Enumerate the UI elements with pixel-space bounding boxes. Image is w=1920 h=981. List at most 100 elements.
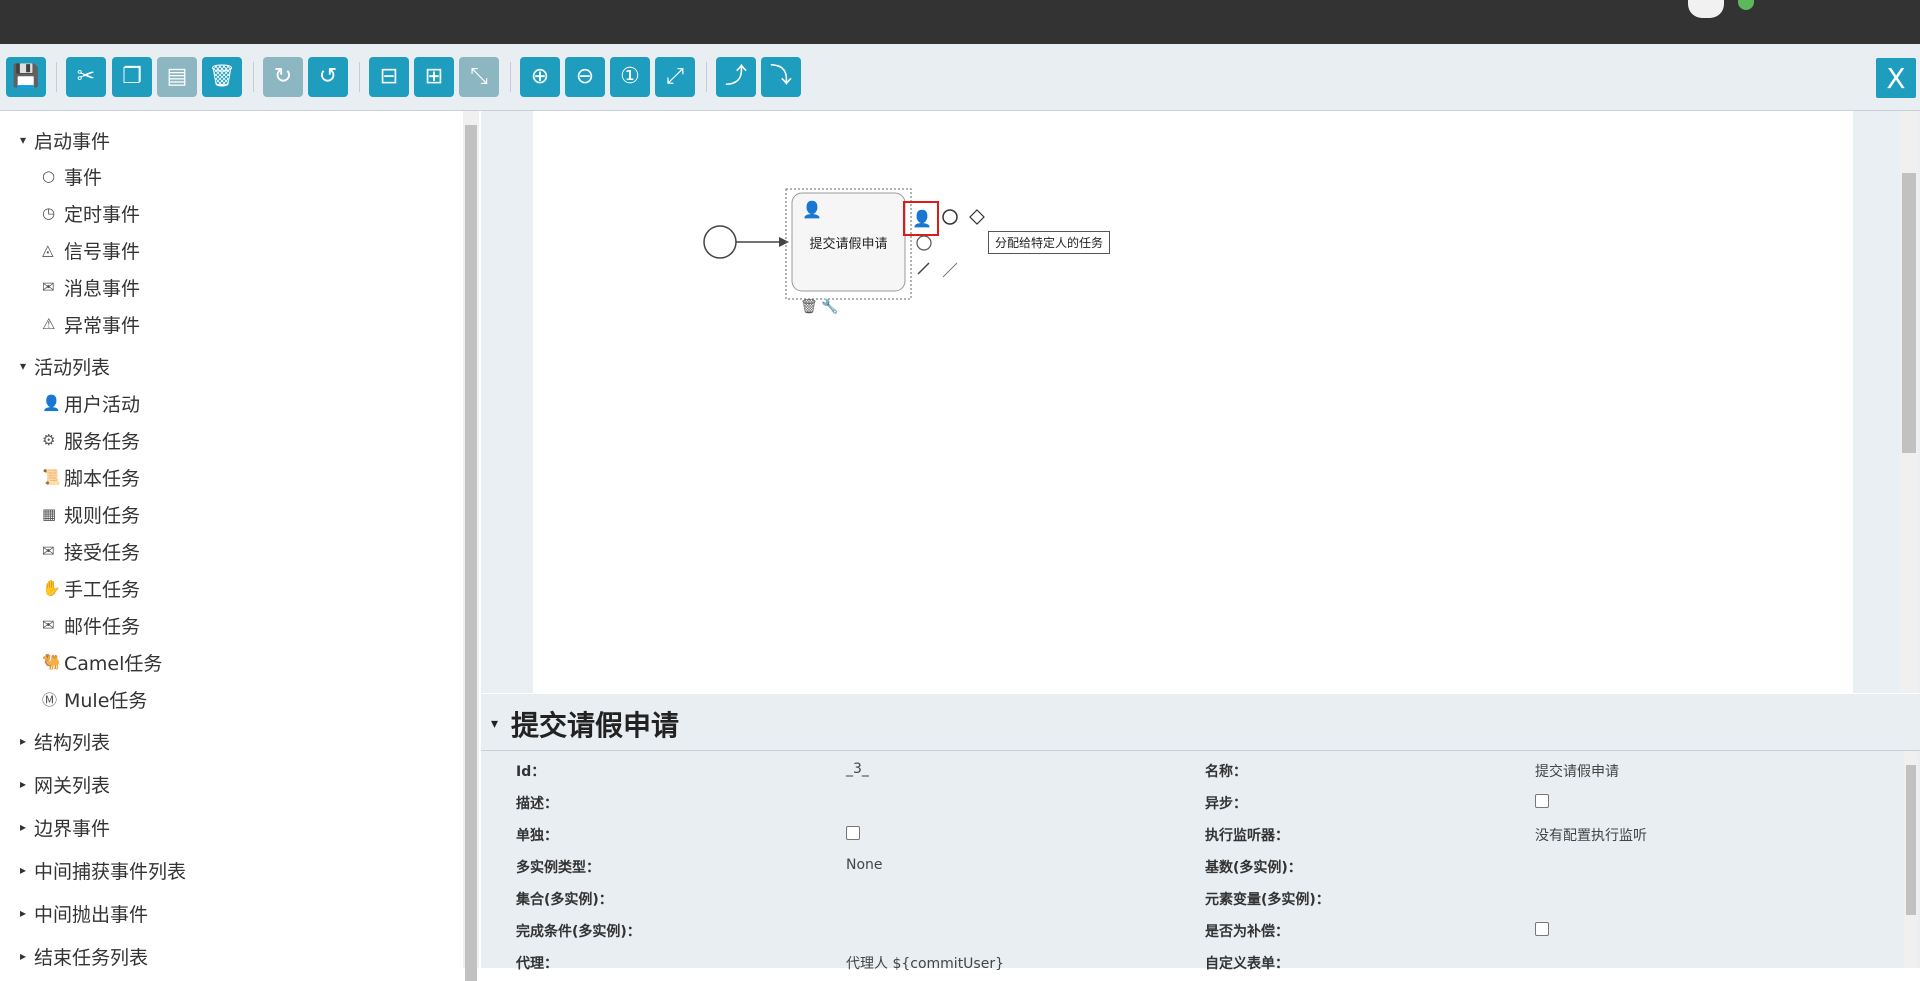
- append-end-event-icon[interactable]: [942, 209, 958, 225]
- connect-arrow-icon[interactable]: [917, 262, 930, 275]
- diagram-svg: 👤 👤 🗑 🔧: [703, 188, 985, 315]
- message-icon: ✉: [42, 278, 55, 296]
- prop-value-multi-instance-type[interactable]: None: [846, 857, 883, 873]
- exclusive-checkbox[interactable]: [846, 826, 860, 840]
- properties-header[interactable]: ▾ 提交请假申请: [481, 694, 1920, 751]
- timer-icon: ◷: [42, 204, 56, 222]
- palette-item-signal-event[interactable]: ◬ 信号事件: [42, 237, 140, 263]
- async-checkbox[interactable]: [1535, 794, 1549, 808]
- zoom-out-button[interactable]: ⊖: [565, 57, 605, 97]
- palette-group-gateways[interactable]: ▸ 网关列表: [20, 771, 110, 797]
- association-line-icon[interactable]: [942, 262, 958, 278]
- save-icon: 💾: [12, 64, 40, 89]
- palette-group-end-events[interactable]: ▸ 结束任务列表: [20, 943, 148, 969]
- canvas-scrollbar[interactable]: [1900, 111, 1918, 693]
- paste-button[interactable]: ▤: [157, 57, 197, 97]
- toolbar-divider: [359, 62, 360, 92]
- palette-group-structures[interactable]: ▸ 结构列表: [20, 728, 110, 754]
- toolbar-divider: [56, 62, 57, 92]
- start-event[interactable]: [703, 225, 737, 259]
- palette-item-rule-task[interactable]: ▦ 规则任务: [42, 501, 140, 527]
- editor-toolbar: 💾 ✂ ❐ ▤ 🗑 ↻ ↺ ⊟ ⊞ ⤡ ⊕ ⊖ ① ⤢ ⤴ ⤵ X: [0, 44, 1920, 111]
- same-size-button[interactable]: ⤡: [459, 57, 499, 97]
- palette-item-receive-task[interactable]: ✉ 接受任务: [42, 538, 140, 564]
- delete-button[interactable]: 🗑: [202, 57, 242, 97]
- same-size-icon: ⤡: [470, 64, 488, 89]
- shape-palette: ▾ 启动事件 ○ 事件 ◷ 定时事件 ◬ 信号事件 ✉ 消息事件 ⚠ 异常事件 ▾ 活动列表 …: [0, 111, 462, 968]
- prop-label: 是否为补偿：: [1205, 924, 1289, 940]
- properties-scrollbar-thumb[interactable]: [1906, 765, 1916, 915]
- user-avatar[interactable]: [1688, 0, 1724, 18]
- properties-scrollbar[interactable]: [1904, 751, 1918, 968]
- close-button[interactable]: X: [1876, 58, 1916, 98]
- prop-label: 代理：: [516, 956, 558, 972]
- zoom-fit-button[interactable]: ⤢: [655, 57, 695, 97]
- table-icon: ▦: [42, 505, 57, 523]
- align-horizontal-button[interactable]: ⊟: [369, 57, 409, 97]
- palette-item-mail-task[interactable]: ✉ 邮件任务: [42, 612, 140, 638]
- palette-item-message-event[interactable]: ✉ 消息事件: [42, 274, 140, 300]
- prop-value-assignee[interactable]: 代理人 ${commitUser}: [846, 953, 1004, 973]
- gear-icon: ⚙: [42, 431, 56, 449]
- script-icon: 📜: [42, 468, 61, 486]
- chevron-down-icon: ▾: [20, 359, 27, 373]
- bend-remove-icon: ⤵: [769, 64, 792, 89]
- undo-icon: ↺: [318, 64, 338, 89]
- zoom-actual-button[interactable]: ①: [610, 57, 650, 97]
- diagram-canvas[interactable]: 👤 👤 🗑 🔧 提交请假申请 分配给特定人的任务: [533, 111, 1853, 693]
- palette-item-user-task[interactable]: 👤 用户活动: [42, 390, 140, 416]
- palette-item-manual-task[interactable]: ✋ 手工任务: [42, 575, 140, 601]
- palette-item-timer-event[interactable]: ◷ 定时事件: [42, 200, 140, 226]
- prop-label: 完成条件(多实例)：: [516, 924, 641, 940]
- bend-add-button[interactable]: ⤴: [716, 57, 756, 97]
- toolbar-divider: [253, 62, 254, 92]
- prop-value-id[interactable]: _3_: [846, 761, 869, 777]
- bend-remove-button[interactable]: ⤵: [761, 57, 801, 97]
- palette-item-camel-task[interactable]: 🐫 Camel任务: [42, 649, 162, 675]
- canvas-scrollbar-thumb[interactable]: [1902, 173, 1916, 453]
- sidebar-scrollbar-thumb[interactable]: [465, 125, 477, 981]
- palette-group-activities[interactable]: ▾ 活动列表: [20, 353, 110, 379]
- envelope-icon: ✉: [42, 542, 55, 560]
- chevron-right-icon: ▸: [20, 734, 27, 748]
- palette-item-error-event[interactable]: ⚠ 异常事件: [42, 311, 140, 337]
- prop-label: 描述：: [516, 796, 558, 812]
- palette-group-intermediate-catch[interactable]: ▸ 中间捕获事件列表: [20, 857, 186, 883]
- sidebar-scrollbar[interactable]: [463, 111, 479, 981]
- append-user-task-icon[interactable]: 👤: [912, 209, 932, 228]
- wrench-icon[interactable]: 🔧: [821, 297, 838, 315]
- zoom-fit-icon: ⤢: [666, 64, 684, 89]
- append-timer-icon[interactable]: [916, 235, 932, 251]
- prop-value-execution-listeners[interactable]: 没有配置执行监听: [1535, 825, 1647, 845]
- task-label: 提交请假申请: [809, 237, 888, 252]
- chevron-down-icon: ▾: [491, 716, 499, 732]
- user-icon: 👤: [42, 394, 61, 412]
- undo-button[interactable]: ↺: [308, 57, 348, 97]
- prop-label: 元素变量(多实例)：: [1205, 892, 1330, 908]
- palette-item-service-task[interactable]: ⚙ 服务任务: [42, 427, 140, 453]
- cut-button[interactable]: ✂: [66, 57, 106, 97]
- append-gateway-icon[interactable]: [969, 209, 985, 225]
- toolbar-divider: [706, 62, 707, 92]
- zoom-in-button[interactable]: ⊕: [520, 57, 560, 97]
- delete-icon[interactable]: 🗑: [800, 299, 818, 315]
- tooltip: 分配给特定人的任务: [988, 231, 1111, 254]
- hand-icon: ✋: [42, 579, 61, 597]
- palette-group-start-events[interactable]: ▾ 启动事件: [20, 127, 110, 153]
- prop-value-name[interactable]: 提交请假申请: [1535, 761, 1619, 781]
- palette-item-script-task[interactable]: 📜 脚本任务: [42, 464, 140, 490]
- prop-label: 自定义表单：: [1205, 956, 1289, 972]
- delete-icon: 🗑: [208, 64, 236, 89]
- mule-icon: Ⓜ: [42, 690, 58, 709]
- palette-item-event[interactable]: ○ 事件: [42, 163, 102, 189]
- prop-label: 基数(多实例)：: [1205, 860, 1302, 876]
- redo-button[interactable]: ↻: [263, 57, 303, 97]
- prop-label: 异步：: [1205, 796, 1247, 812]
- copy-button[interactable]: ❐: [112, 57, 152, 97]
- palette-group-boundary-events[interactable]: ▸ 边界事件: [20, 814, 110, 840]
- palette-item-mule-task[interactable]: Ⓜ Mule任务: [42, 686, 147, 712]
- save-button[interactable]: 💾: [6, 57, 46, 97]
- align-vertical-button[interactable]: ⊞: [414, 57, 454, 97]
- compensation-checkbox[interactable]: [1535, 922, 1549, 936]
- palette-group-intermediate-throw[interactable]: ▸ 中间抛出事件: [20, 900, 148, 926]
